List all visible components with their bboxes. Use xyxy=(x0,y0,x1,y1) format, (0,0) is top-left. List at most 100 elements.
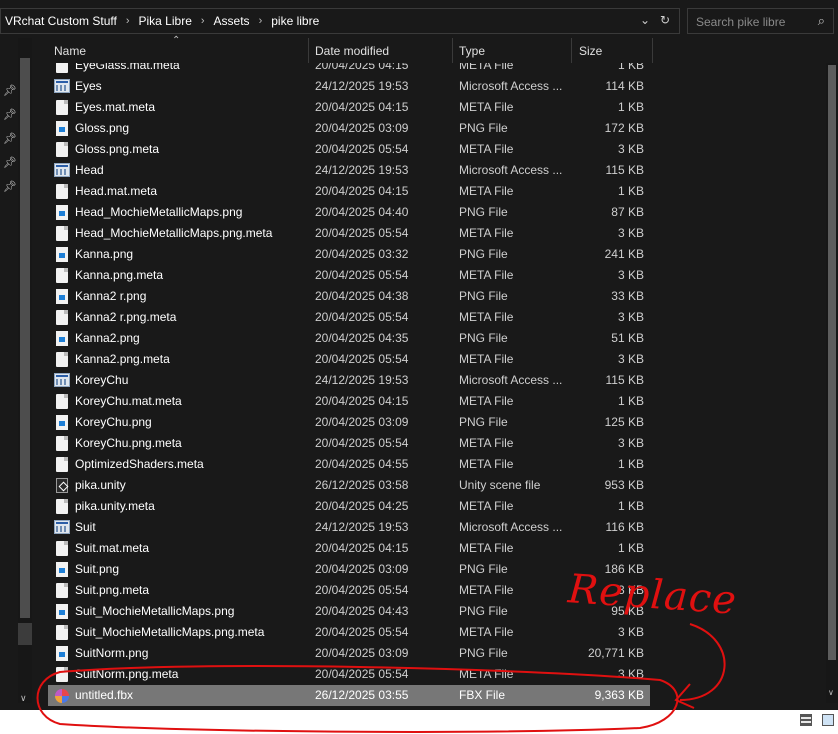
chevron-down-icon[interactable]: ∨ xyxy=(20,693,27,704)
column-divider[interactable] xyxy=(452,38,453,63)
column-divider[interactable] xyxy=(571,38,572,63)
file-size: 3 KB xyxy=(617,436,644,450)
nav-scrollbar-thumb[interactable] xyxy=(20,58,30,618)
file-type: FBX File xyxy=(459,688,506,702)
search-icon[interactable]: ⌕ xyxy=(818,13,825,29)
file-row[interactable]: SuitNorm.png.meta 20/04/2025 05:54 META Fi… xyxy=(48,664,650,685)
document-icon xyxy=(56,625,68,640)
file-name: Suit.png xyxy=(75,562,120,576)
breadcrumb-item-assets[interactable]: Assets xyxy=(214,14,250,28)
column-divider[interactable] xyxy=(308,38,309,63)
file-row[interactable]: Gloss.png.meta 20/04/2025 05:54 META File 3… xyxy=(48,139,650,160)
file-size: 1 KB xyxy=(617,184,644,198)
file-date-modified: 20/04/2025 03:32 xyxy=(315,247,409,261)
file-name: SuitNorm.png xyxy=(75,646,149,660)
navigation-pane[interactable]: 📌︎ 📌︎ 📌︎ 📌︎ 📌︎ ∨ xyxy=(0,38,35,710)
file-type: META File xyxy=(459,352,514,366)
file-name: KoreyChu.png xyxy=(75,415,152,429)
file-row[interactable]: SuitNorm.png 20/04/2025 03:09 PNG File 20,7… xyxy=(48,643,650,664)
search-box[interactable]: Search pike libre ⌕ xyxy=(687,8,834,34)
image-file-icon xyxy=(56,247,68,262)
nav-selected-item[interactable] xyxy=(18,623,32,645)
document-icon xyxy=(56,268,68,283)
file-date-modified: 20/04/2025 04:55 xyxy=(315,457,409,471)
file-name: Suit.mat.meta xyxy=(75,541,150,555)
document-icon xyxy=(56,499,68,514)
file-row[interactable]: Suit_MochieMetallicMaps.png 20/04/2025 04… xyxy=(48,601,650,622)
file-type: META File xyxy=(459,583,514,597)
file-row[interactable]: pika.unity 26/12/2025 03:58 Unity scene fi… xyxy=(48,475,650,496)
vertical-scrollbar[interactable]: ∨ xyxy=(826,63,838,703)
chevron-down-icon[interactable]: ∨ xyxy=(828,688,834,697)
file-type: PNG File xyxy=(459,247,508,261)
file-row[interactable]: Kanna.png 20/04/2025 03:32 PNG File 241 KB xyxy=(48,244,650,265)
file-row[interactable]: Gloss.png 20/04/2025 03:09 PNG File 172 KB xyxy=(48,118,650,139)
file-row[interactable]: Kanna2 r.png 20/04/2025 04:38 PNG File 33 K… xyxy=(48,286,650,307)
column-header-size[interactable]: Size xyxy=(579,44,602,58)
file-row[interactable]: pika.unity.meta 20/04/2025 04:25 META File… xyxy=(48,496,650,517)
file-row[interactable]: Head_MochieMetallicMaps.png 20/04/2025 04… xyxy=(48,202,650,223)
image-file-icon xyxy=(56,604,68,619)
breadcrumb[interactable]: VRchat Custom Stuff › Pika Libre › Asset… xyxy=(0,8,680,34)
file-size: 3 KB xyxy=(617,268,644,282)
column-divider[interactable] xyxy=(652,38,653,63)
file-size: 87 KB xyxy=(611,205,644,219)
file-row[interactable]: Head.mat.meta 20/04/2025 04:15 META File 1 … xyxy=(48,181,650,202)
file-size: 1 KB xyxy=(617,394,644,408)
file-size: 115 KB xyxy=(605,373,644,387)
search-input[interactable]: Search pike libre xyxy=(696,15,785,29)
file-row[interactable]: Head 24/12/2025 19:53 Microsoft Access ...… xyxy=(48,160,650,181)
document-icon xyxy=(56,457,68,472)
file-row[interactable]: Eyes.mat.meta 20/04/2025 04:15 META File 1 … xyxy=(48,97,650,118)
refresh-icon[interactable]: ↻ xyxy=(660,13,670,27)
nav-scrollbar[interactable]: ∨ xyxy=(18,38,32,703)
details-view-icon[interactable] xyxy=(800,714,812,726)
file-size: 115 KB xyxy=(605,163,644,177)
chevron-right-icon[interactable]: › xyxy=(117,15,139,27)
file-type: META File xyxy=(459,394,514,408)
file-row[interactable]: Kanna2 r.png.meta 20/04/2025 05:54 META Fi… xyxy=(48,307,650,328)
chevron-right-icon[interactable]: › xyxy=(250,15,272,27)
chevron-right-icon[interactable]: › xyxy=(192,15,214,27)
file-size: 33 KB xyxy=(611,289,644,303)
file-type: PNG File xyxy=(459,646,508,660)
file-size: 1 KB xyxy=(617,100,644,114)
breadcrumb-item-pike-libre[interactable]: pike libre xyxy=(271,14,319,28)
file-row[interactable]: Head_MochieMetallicMaps.png.meta 20/04/20… xyxy=(48,223,650,244)
file-row[interactable]: Suit.png.meta 20/04/2025 05:54 META File 3 … xyxy=(48,580,650,601)
file-row[interactable]: OptimizedShaders.meta 20/04/2025 04:55 MET… xyxy=(48,454,650,475)
file-date-modified: 20/04/2025 04:43 xyxy=(315,604,409,618)
file-row[interactable]: Kanna.png.meta 20/04/2025 05:54 META File 3… xyxy=(48,265,650,286)
file-row[interactable]: Eyes 24/12/2025 19:53 Microsoft Access ...… xyxy=(48,76,650,97)
large-icons-view-icon[interactable] xyxy=(822,714,834,726)
breadcrumb-item-vrchat-custom-stuff[interactable]: VRchat Custom Stuff xyxy=(5,14,117,28)
file-row[interactable]: Kanna2.png 20/04/2025 04:35 PNG File 51 KB xyxy=(48,328,650,349)
file-name: untitled.fbx xyxy=(75,688,134,702)
file-row[interactable]: Suit_MochieMetallicMaps.png.meta 20/04/20… xyxy=(48,622,650,643)
file-row[interactable]: KoreyChu.png.meta 20/04/2025 05:54 META Fi… xyxy=(48,433,650,454)
file-date-modified: 20/04/2025 03:09 xyxy=(315,415,409,429)
file-row[interactable]: untitled.fbx 26/12/2025 03:55 FBX File 9,36… xyxy=(48,685,650,706)
address-dropdown-icon[interactable]: ⌄ xyxy=(640,13,650,27)
scrollbar-thumb[interactable] xyxy=(828,65,836,660)
column-header-name[interactable]: Name xyxy=(54,44,86,58)
file-type: Microsoft Access ... xyxy=(459,79,563,93)
file-row[interactable]: Suit 24/12/2025 19:53 Microsoft Access ...… xyxy=(48,517,650,538)
file-row[interactable]: KoreyChu.mat.meta 20/04/2025 04:15 META Fi… xyxy=(48,391,650,412)
pin-icon: 📌︎ xyxy=(3,85,17,97)
file-row[interactable]: Suit.png 20/04/2025 03:09 PNG File 186 KB xyxy=(48,559,650,580)
file-row[interactable]: KoreyChu 24/12/2025 19:53 Microsoft Access… xyxy=(48,370,650,391)
file-row[interactable]: Suit.mat.meta 20/04/2025 04:15 META File 1 … xyxy=(48,538,650,559)
file-date-modified: 20/04/2025 05:54 xyxy=(315,310,409,324)
breadcrumb-item-pika-libre[interactable]: Pika Libre xyxy=(139,14,192,28)
file-row[interactable]: KoreyChu.png 20/04/2025 03:09 PNG File 125 … xyxy=(48,412,650,433)
file-type: Microsoft Access ... xyxy=(459,163,563,177)
file-row[interactable]: EyeGlass.mat.meta 20/04/2025 04:15 META Fi… xyxy=(48,63,650,76)
status-bar xyxy=(0,710,838,734)
file-name: Eyes xyxy=(75,79,102,93)
file-type: PNG File xyxy=(459,121,508,135)
file-row[interactable]: Kanna2.png.meta 20/04/2025 05:54 META File… xyxy=(48,349,650,370)
column-header-date[interactable]: Date modified xyxy=(315,44,389,58)
file-date-modified: 24/12/2025 19:53 xyxy=(315,79,409,93)
column-header-type[interactable]: Type xyxy=(459,44,485,58)
